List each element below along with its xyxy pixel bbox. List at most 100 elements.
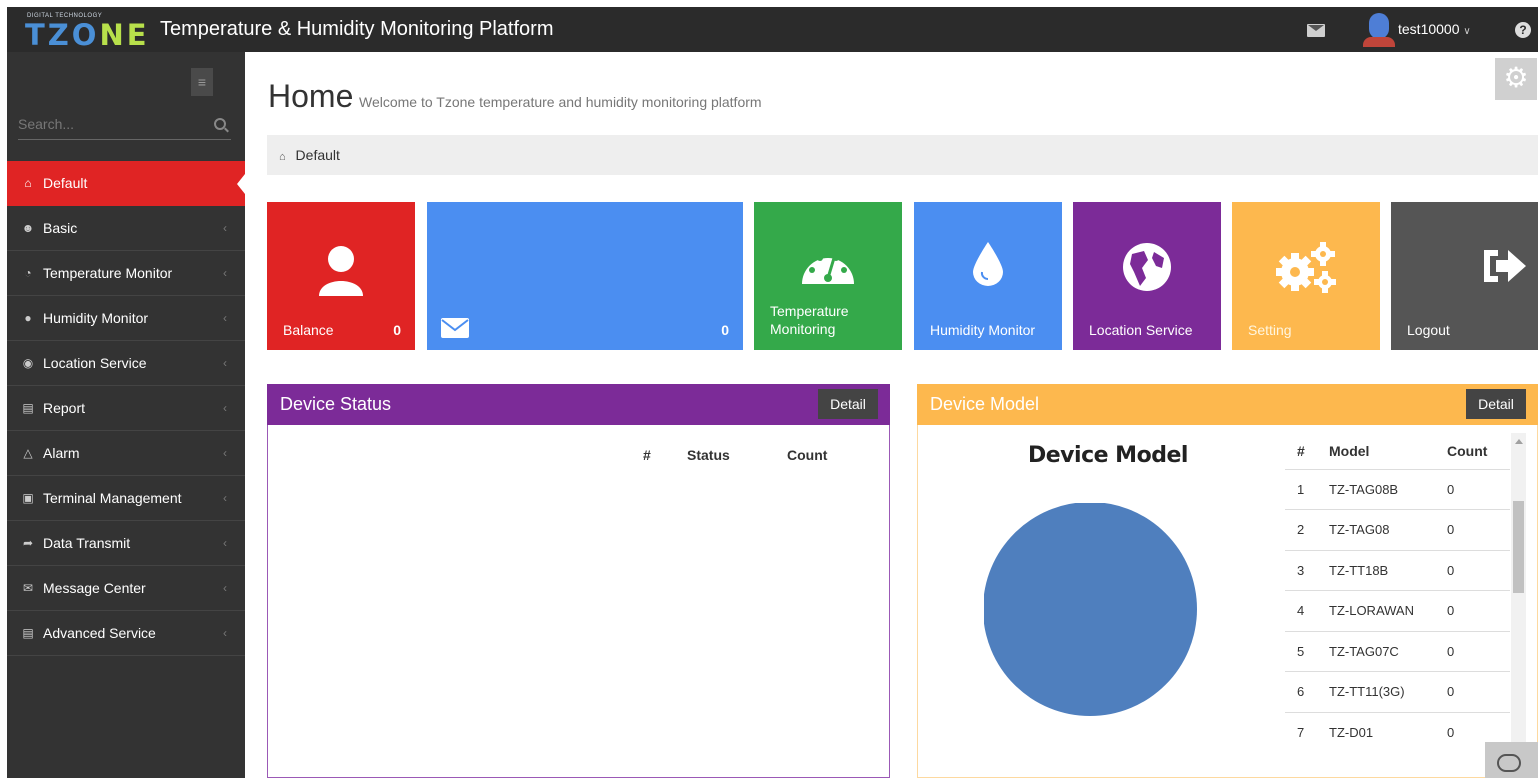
sidebar-item-alarm[interactable]: △ Alarm ‹ bbox=[7, 431, 245, 476]
avatar[interactable] bbox=[1363, 13, 1395, 47]
sidebar-item-advanced-service[interactable]: ▤ Advanced Service ‹ bbox=[7, 611, 245, 656]
chevron-left-icon: ‹ bbox=[223, 311, 227, 325]
sidebar-item-terminal-management[interactable]: ▣ Terminal Management ‹ bbox=[7, 476, 245, 521]
chart-title: Device Model bbox=[1028, 443, 1188, 468]
table-row[interactable]: 1 TZ-TAG08B 0 bbox=[1285, 468, 1510, 510]
sidebar-item-message-center[interactable]: ✉ Message Center ‹ bbox=[7, 566, 245, 611]
column-header: # bbox=[643, 447, 651, 463]
envelope-icon bbox=[441, 318, 469, 338]
scrollbar-thumb[interactable] bbox=[1513, 501, 1524, 593]
row-index: 5 bbox=[1285, 630, 1317, 672]
device-model-detail-button[interactable]: Detail bbox=[1466, 389, 1526, 419]
table-row[interactable]: 6 TZ-TT11(3G) 0 bbox=[1285, 671, 1510, 712]
chevron-left-icon: ‹ bbox=[223, 356, 227, 370]
tile-logout[interactable]: Logout bbox=[1391, 202, 1538, 350]
chevron-left-icon: ‹ bbox=[223, 626, 227, 640]
row-model: TZ-TAG08B bbox=[1317, 468, 1435, 510]
sidebar-item-data-transmit[interactable]: ➦ Data Transmit ‹ bbox=[7, 521, 245, 566]
tile-location-service[interactable]: Location Service bbox=[1073, 202, 1221, 350]
breadcrumb: ⌂ Default bbox=[267, 135, 1538, 175]
sidebar-item-basic[interactable]: ☻ Basic ‹ bbox=[7, 206, 245, 251]
chevron-down-icon: ∨ bbox=[1463, 26, 1471, 37]
envelope-icon: ✉ bbox=[22, 581, 34, 595]
user-icon bbox=[319, 246, 363, 296]
search-icon[interactable] bbox=[214, 118, 226, 130]
avatar-body-icon bbox=[1363, 37, 1395, 47]
column-header: # bbox=[1297, 442, 1305, 459]
sidebar-item-report[interactable]: ▤ Report ‹ bbox=[7, 386, 245, 431]
tile-balance[interactable]: Balance 0 bbox=[267, 202, 415, 350]
device-status-detail-button[interactable]: Detail bbox=[818, 389, 878, 419]
sidebar-item-label: Location Service bbox=[43, 355, 147, 371]
chevron-left-icon: ‹ bbox=[223, 446, 227, 460]
envelope-icon[interactable] bbox=[1307, 24, 1325, 37]
gears-icon bbox=[1276, 242, 1336, 293]
tile-humidity-monitor[interactable]: Humidity Monitor bbox=[914, 202, 1062, 350]
sidebar: ≡ ⌂ Default ☻ Basic ‹ ◔ Temperature Moni… bbox=[7, 52, 245, 778]
sidebar-item-default[interactable]: ⌂ Default bbox=[7, 161, 245, 206]
bar-chart-icon: ▤ bbox=[22, 401, 34, 415]
row-index: 7 bbox=[1285, 711, 1317, 753]
row-index: 3 bbox=[1285, 549, 1317, 591]
help-icon[interactable]: ? bbox=[1515, 22, 1531, 38]
briefcase-icon: ▣ bbox=[22, 491, 34, 505]
home-icon: ⌂ bbox=[24, 176, 32, 190]
device-model-panel: Device Model Detail Device Model # Model… bbox=[917, 384, 1538, 778]
sidebar-item-location-service[interactable]: ◉ Location Service ‹ bbox=[7, 341, 245, 386]
chat-bubble-icon[interactable] bbox=[1485, 742, 1538, 778]
row-model: TZ-TAG07C bbox=[1317, 630, 1435, 672]
tile-temperature-monitoring[interactable]: Temperature Monitoring bbox=[754, 202, 902, 350]
table-row[interactable]: 5 TZ-TAG07C 0 bbox=[1285, 630, 1510, 672]
avatar-head-icon bbox=[1369, 13, 1389, 39]
sidebar-item-humidity-monitor[interactable]: ● Humidity Monitor ‹ bbox=[7, 296, 245, 341]
panel-title: Device Status bbox=[280, 394, 392, 414]
top-bar: DIGITAL TECHNOLOGY TZONE Temperature & H… bbox=[7, 7, 1538, 52]
page-subtitle: Welcome to Tzone temperature and humidit… bbox=[359, 94, 762, 110]
search-input[interactable] bbox=[18, 112, 203, 136]
row-model: TZ-TT18B bbox=[1317, 549, 1435, 591]
sidebar-search bbox=[18, 110, 231, 140]
tile-setting[interactable]: Setting bbox=[1232, 202, 1380, 350]
sidebar-item-label: Data Transmit bbox=[43, 535, 131, 551]
sidebar-item-temperature-monitor[interactable]: ◔ Temperature Monitor ‹ bbox=[7, 251, 245, 296]
sidebar-item-label: Basic bbox=[43, 220, 78, 236]
chevron-left-icon: ‹ bbox=[223, 221, 227, 235]
settings-gear-icon[interactable]: ⚙ bbox=[1495, 58, 1537, 100]
table-row[interactable]: 7 TZ-D01 0 bbox=[1285, 711, 1510, 753]
device-model-body: Device Model # Model Count 1 TZ-TAG08B 0 2… bbox=[917, 425, 1538, 778]
menu-toggle-icon[interactable]: ≡ bbox=[191, 68, 213, 96]
table-row[interactable]: 4 TZ-LORAWAN 0 bbox=[1285, 590, 1510, 631]
device-model-header: Device Model bbox=[917, 384, 1538, 425]
chevron-left-icon: ‹ bbox=[223, 581, 227, 595]
table-row[interactable]: 2 TZ-TAG08 0 bbox=[1285, 509, 1510, 550]
sidebar-item-label: Temperature Monitor bbox=[43, 265, 173, 281]
globe-icon: ◉ bbox=[22, 356, 34, 370]
table-scrollbar[interactable] bbox=[1511, 433, 1526, 778]
sidebar-item-label: Advanced Service bbox=[43, 625, 156, 641]
tzone-logo[interactable]: DIGITAL TECHNOLOGY TZONE bbox=[17, 13, 147, 52]
row-count: 0 bbox=[1435, 549, 1510, 591]
device-model-pie-chart bbox=[984, 503, 1197, 716]
sidebar-item-label: Terminal Management bbox=[43, 490, 182, 506]
table-row[interactable]: 3 TZ-TT18B 0 bbox=[1285, 549, 1510, 591]
tile-label: Logout bbox=[1407, 322, 1450, 338]
share-icon: ➦ bbox=[22, 536, 34, 550]
row-index: 6 bbox=[1285, 671, 1317, 712]
device-status-panel: Device Status Detail # Status Count bbox=[267, 384, 890, 778]
column-header: Count bbox=[787, 447, 828, 463]
app-title: Temperature & Humidity Monitoring Platfo… bbox=[160, 18, 554, 40]
row-model: TZ-TAG08 bbox=[1317, 509, 1435, 550]
sidebar-item-label: Humidity Monitor bbox=[43, 310, 149, 326]
sidebar-nav: ⌂ Default ☻ Basic ‹ ◔ Temperature Monito… bbox=[7, 161, 245, 656]
globe-icon bbox=[1123, 243, 1171, 291]
chevron-left-icon: ‹ bbox=[223, 401, 227, 415]
gauge-icon: ◔ bbox=[24, 266, 32, 280]
tile-messages[interactable]: 0 bbox=[427, 202, 743, 350]
tile-count: 0 bbox=[721, 322, 729, 338]
scroll-up-arrow-icon[interactable] bbox=[1515, 439, 1523, 444]
user-menu[interactable]: test10000 ∨ bbox=[1398, 21, 1471, 37]
chevron-left-icon: ‹ bbox=[223, 266, 227, 280]
breadcrumb-item[interactable]: Default bbox=[296, 147, 340, 163]
device-status-body: # Status Count bbox=[267, 425, 890, 778]
row-count: 0 bbox=[1435, 468, 1510, 510]
